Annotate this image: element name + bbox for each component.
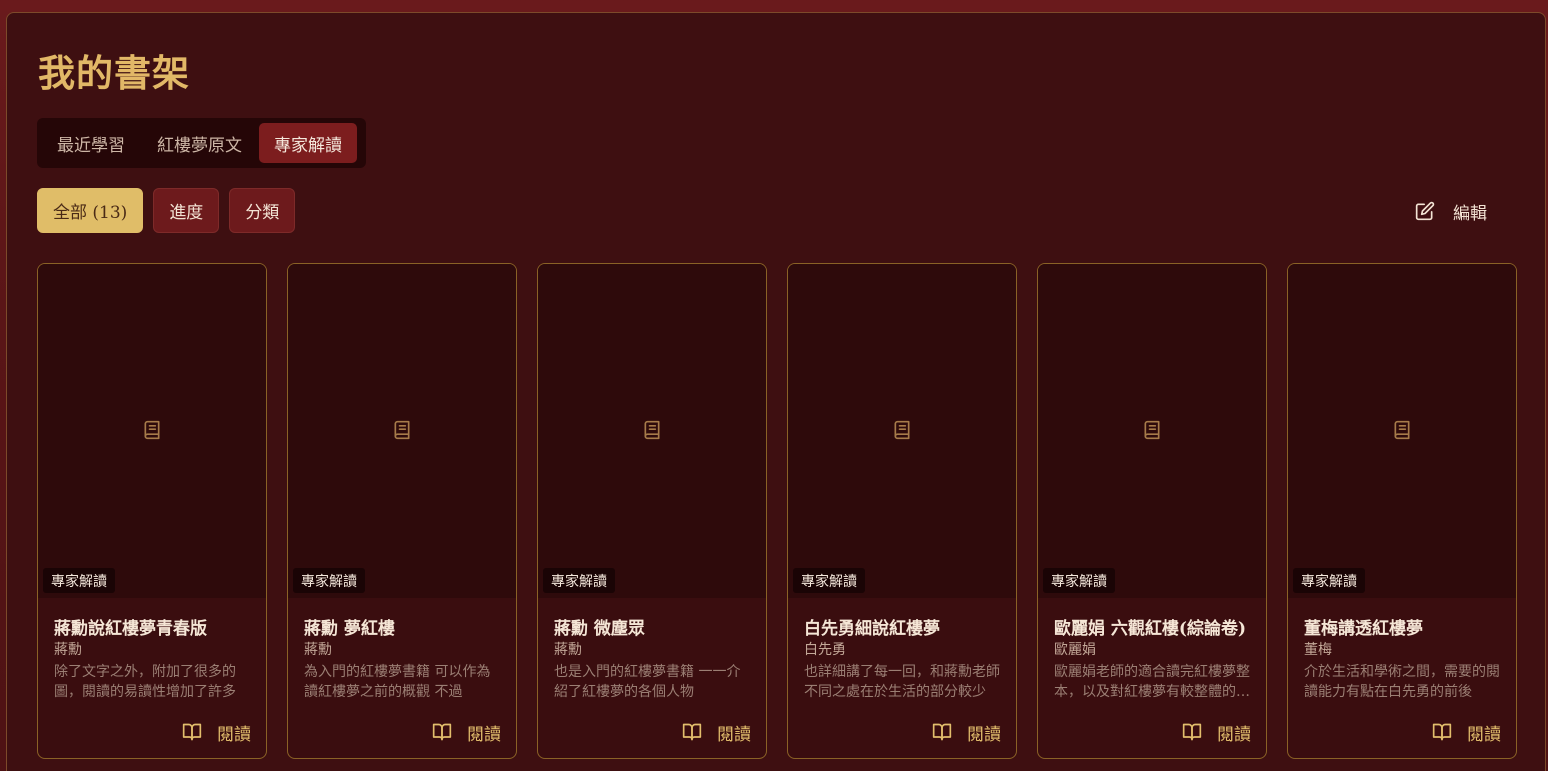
book-description: 介於生活和學術之間，需要的閱讀能力有點在白先勇的前後 bbox=[1304, 664, 1500, 700]
book-title: 蔣勳說紅樓夢青春版 bbox=[54, 619, 207, 639]
open-book-icon bbox=[432, 723, 452, 741]
book-cover[interactable]: 專家解讀 bbox=[1288, 264, 1516, 598]
book-title: 董梅講透紅樓夢 bbox=[1304, 619, 1423, 639]
book-description: 為入門的紅樓夢書籍 可以作為讀紅樓夢之前的概觀 不過 bbox=[304, 664, 491, 700]
filter-category-button[interactable]: 分類 bbox=[229, 188, 296, 233]
book-icon bbox=[144, 420, 160, 440]
book-author: 歐麗娟 bbox=[1054, 642, 1096, 658]
book-cover[interactable]: 專家解讀 bbox=[788, 264, 1016, 598]
book-card-3[interactable]: 專家解讀 蔣勳 微塵眾 蔣勳 也是入門的紅樓夢書籍 一一介紹了紅樓夢的各個人物 … bbox=[537, 263, 767, 759]
book-description: 也是入門的紅樓夢書籍 一一介紹了紅樓夢的各個人物 bbox=[554, 664, 741, 700]
category-badge: 專家解讀 bbox=[293, 568, 365, 593]
book-author: 蔣勳 bbox=[54, 642, 82, 658]
book-card-2[interactable]: 專家解讀 蔣勳 夢紅樓 蔣勳 為入門的紅樓夢書籍 可以作為讀紅樓夢之前的概觀 不… bbox=[287, 263, 517, 759]
book-card-6[interactable]: 專家解讀 董梅講透紅樓夢 董梅 介於生活和學術之間，需要的閱讀能力有點在白先勇的… bbox=[1287, 263, 1517, 759]
read-button[interactable]: 閱讀 bbox=[931, 719, 1001, 745]
book-author: 白先勇 bbox=[804, 642, 846, 658]
book-author: 董梅 bbox=[1304, 642, 1332, 658]
page-title: 我的書架 bbox=[38, 51, 190, 95]
bookshelf-panel: 我的書架 最近學習 紅樓夢原文 專家解讀 全部 (13) 進度 分類 編輯 專家… bbox=[6, 12, 1546, 771]
book-cover[interactable]: 專家解讀 bbox=[288, 264, 516, 598]
book-title: 蔣勳 微塵眾 bbox=[554, 619, 645, 639]
book-author: 蔣勳 bbox=[554, 642, 582, 658]
open-book-icon bbox=[1182, 723, 1202, 741]
book-title: 白先勇細說紅樓夢 bbox=[804, 619, 940, 639]
open-book-icon bbox=[1432, 723, 1452, 741]
read-button[interactable]: 閱讀 bbox=[1431, 719, 1501, 745]
category-badge: 專家解讀 bbox=[1043, 568, 1115, 593]
filter-all-button[interactable]: 全部 (13) bbox=[37, 188, 144, 233]
tab-bar: 最近學習 紅樓夢原文 專家解讀 bbox=[37, 118, 366, 168]
book-description: 除了文字之外，附加了很多的圖，閱讀的易讀性增加了許多 bbox=[54, 664, 236, 700]
read-label: 閱讀 bbox=[1217, 724, 1251, 745]
category-badge: 專家解讀 bbox=[793, 568, 865, 593]
book-description: 歐麗娟老師的適合讀完紅樓夢整本，以及對紅樓夢有較整體的了解 bbox=[1054, 664, 1250, 700]
tab-original-text[interactable]: 紅樓夢原文 bbox=[142, 123, 257, 163]
book-icon bbox=[394, 420, 410, 440]
read-label: 閱讀 bbox=[467, 724, 501, 745]
book-cover[interactable]: 專家解讀 bbox=[38, 264, 266, 598]
book-author: 蔣勳 bbox=[304, 642, 332, 658]
category-badge: 專家解讀 bbox=[43, 568, 115, 593]
edit-label: 編輯 bbox=[1453, 203, 1487, 224]
category-badge: 專家解讀 bbox=[1293, 568, 1365, 593]
filter-progress-button[interactable]: 進度 bbox=[153, 188, 220, 233]
read-label: 閱讀 bbox=[1467, 724, 1501, 745]
book-card-4[interactable]: 專家解讀 白先勇細說紅樓夢 白先勇 也詳細講了每一回，和蔣勳老師不同之處在於生活… bbox=[787, 263, 1017, 759]
open-book-icon bbox=[182, 723, 202, 741]
edit-button[interactable]: 編輯 bbox=[1415, 193, 1487, 229]
book-title: 歐麗娟 六觀紅樓(綜論卷) bbox=[1054, 619, 1247, 639]
read-label: 閱讀 bbox=[967, 724, 1001, 745]
read-button[interactable]: 閱讀 bbox=[681, 719, 751, 745]
book-cover[interactable]: 專家解讀 bbox=[1038, 264, 1266, 598]
book-icon bbox=[1394, 420, 1410, 440]
book-icon bbox=[644, 420, 660, 440]
filter-bar: 全部 (13) 進度 分類 bbox=[37, 188, 296, 233]
read-button[interactable]: 閱讀 bbox=[181, 719, 251, 745]
edit-icon bbox=[1415, 201, 1435, 221]
book-grid: 專家解讀 蔣勳說紅樓夢青春版 蔣勳 除了文字之外，附加了很多的圖，閱讀的易讀性增… bbox=[37, 263, 1517, 759]
book-card-5[interactable]: 專家解讀 歐麗娟 六觀紅樓(綜論卷) 歐麗娟 歐麗娟老師的適合讀完紅樓夢整本，以… bbox=[1037, 263, 1267, 759]
tab-expert-interpretation[interactable]: 專家解讀 bbox=[259, 123, 357, 163]
read-label: 閱讀 bbox=[217, 724, 251, 745]
read-button[interactable]: 閱讀 bbox=[431, 719, 501, 745]
book-description: 也詳細講了每一回，和蔣勳老師不同之處在於生活的部分較少 bbox=[804, 664, 1000, 700]
book-cover[interactable]: 專家解讀 bbox=[538, 264, 766, 598]
book-icon bbox=[1144, 420, 1160, 440]
read-label: 閱讀 bbox=[717, 724, 751, 745]
book-title: 蔣勳 夢紅樓 bbox=[304, 619, 395, 639]
category-badge: 專家解讀 bbox=[543, 568, 615, 593]
tab-recent-learning[interactable]: 最近學習 bbox=[42, 123, 140, 163]
read-button[interactable]: 閱讀 bbox=[1181, 719, 1251, 745]
book-card-1[interactable]: 專家解讀 蔣勳說紅樓夢青春版 蔣勳 除了文字之外，附加了很多的圖，閱讀的易讀性增… bbox=[37, 263, 267, 759]
book-icon bbox=[894, 420, 910, 440]
open-book-icon bbox=[932, 723, 952, 741]
open-book-icon bbox=[682, 723, 702, 741]
